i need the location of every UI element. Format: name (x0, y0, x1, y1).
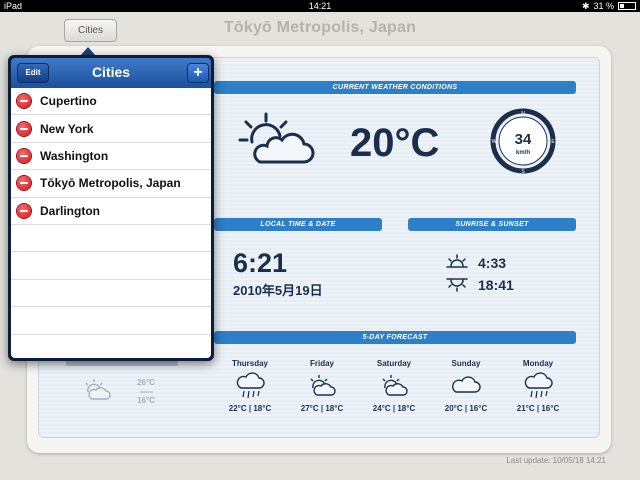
compass-icon: N E S W 34 km/h (490, 108, 556, 175)
list-item[interactable]: Cupertino (11, 88, 211, 116)
forecast-temps: 20°C | 16°C (444, 404, 488, 413)
wind-compass: N E S W 34 km/h (490, 108, 556, 175)
empty-row (11, 280, 211, 308)
battery-fill (620, 4, 624, 8)
forecast-high: 24°C (372, 404, 391, 413)
forecast-day-name: Monday (522, 359, 554, 368)
forecast-high: 20°C (444, 404, 463, 413)
forecast-low: 18°C (397, 404, 416, 413)
partly-cloudy-icon (287, 368, 357, 404)
wind-unit: km/h (516, 150, 530, 156)
sunset-icon (446, 278, 468, 292)
forecast-day-name: Sunday (451, 359, 481, 368)
edit-button[interactable]: Edit (17, 63, 49, 83)
city-name: New York (40, 121, 94, 136)
city-name: Washington (40, 148, 109, 163)
current-weather-header: CURRENT WEATHER CONDITIONS (214, 81, 576, 94)
cities-button[interactable]: Cities (64, 19, 117, 42)
popover-header: Cities Edit + (11, 58, 211, 88)
forecast-header: 5-DAY FORECAST (214, 331, 576, 344)
forecast-low: 18°C (325, 404, 344, 413)
partly-cloudy-icon (238, 112, 315, 164)
list-item[interactable]: New York (11, 115, 211, 143)
home-separator: -------- (139, 387, 153, 396)
forecast-day: Saturday 24°C | 18°C (359, 359, 429, 413)
list-item[interactable]: Washington (11, 143, 211, 171)
city-list: Cupertino New York Washington Tōkyō Metr… (11, 88, 211, 358)
partly-cloudy-icon (359, 368, 429, 404)
home-low: 16°C (137, 396, 155, 405)
city-name: Darlington (40, 203, 100, 218)
forecast-high: 21°C (516, 404, 535, 413)
empty-row (11, 335, 211, 358)
forecast-temps: 22°C | 18°C (228, 404, 272, 413)
forecast-day: Sunday 20°C | 16°C (431, 359, 501, 413)
forecast-temps: 27°C | 18°C (300, 404, 344, 413)
forecast-day: Friday 27°C | 18°C (287, 359, 357, 413)
delete-icon[interactable] (17, 94, 31, 109)
forecast-low: 16°C (469, 404, 488, 413)
home-high: 26°C (137, 378, 155, 387)
local-date: 2010年5月19日 (233, 283, 323, 298)
local-time-header: LOCAL TIME & DATE (214, 218, 382, 231)
forecast-low: 16°C (541, 404, 560, 413)
forecast-temps: 21°C | 16°C (516, 404, 560, 413)
status-bar: iPad 14:21 ✱ 31 % (0, 0, 640, 12)
forecast-temps: 24°C | 18°C (372, 404, 416, 413)
forecast-low: 18°C (253, 404, 272, 413)
wind-speed: 34 (515, 131, 532, 148)
forecast-day-name: Saturday (376, 359, 412, 368)
sunrise-icon (446, 254, 468, 268)
delete-icon[interactable] (17, 176, 31, 191)
delete-icon[interactable] (17, 121, 31, 136)
empty-row (11, 252, 211, 280)
partly-cloudy-icon (85, 379, 111, 400)
home-temps: 26°C -------- 16°C (126, 378, 166, 405)
page-title: Tōkyō Metropolis, Japan (223, 19, 417, 36)
delete-icon[interactable] (17, 203, 31, 218)
rain-icon (215, 368, 285, 404)
status-time: 14:21 (308, 1, 332, 11)
forecast-day-name: Friday (309, 359, 334, 368)
compass-west: W (492, 139, 497, 145)
city-name: Cupertino (40, 94, 97, 109)
city-name: Tōkyō Metropolis, Japan (40, 176, 181, 191)
sunrise-sunset-header: SUNRISE & SUNSET (408, 218, 576, 231)
delete-icon[interactable] (17, 148, 31, 163)
add-city-button[interactable]: + (187, 63, 209, 83)
battery-percent: 31 % (593, 1, 614, 11)
bluetooth-icon: ✱ (581, 1, 590, 11)
battery-icon (618, 2, 636, 10)
rain-icon (503, 368, 573, 404)
forecast-high: 27°C (300, 404, 319, 413)
cloudy-icon (431, 368, 501, 404)
sunrise-time: 4:33 (478, 255, 507, 271)
cities-popover: Cities Edit + Cupertino New York Washing… (8, 55, 214, 361)
forecast-day: Thursday 22°C | 18°C (215, 359, 285, 413)
last-update: Last update: 10/05/18 14:21 (506, 456, 606, 465)
list-item[interactable]: Tōkyō Metropolis, Japan (11, 170, 211, 198)
sunset-time: 18:41 (478, 277, 514, 293)
forecast-high: 22°C (228, 404, 247, 413)
compass-north: N (521, 111, 525, 117)
status-right: ✱ 31 % (582, 0, 636, 12)
list-item[interactable]: Darlington (11, 198, 211, 225)
forecast-day: Monday 21°C | 16°C (503, 359, 573, 413)
empty-row (11, 307, 211, 335)
current-temperature: 20°C (350, 121, 440, 165)
empty-row (11, 225, 211, 253)
forecast-day-name: Thursday (231, 359, 268, 368)
local-time: 6:21 (233, 248, 288, 278)
